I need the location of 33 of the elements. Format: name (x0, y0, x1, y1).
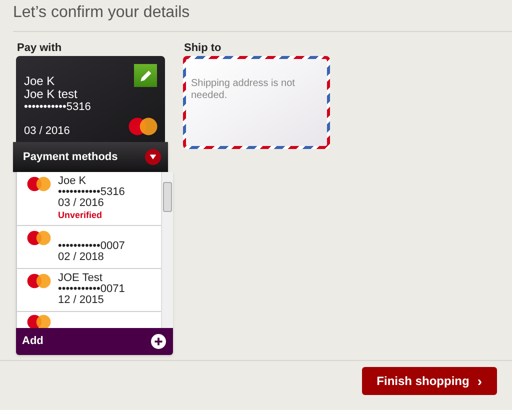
edit-button[interactable] (134, 64, 157, 87)
payment-methods-toggle[interactable]: Payment methods (13, 142, 168, 172)
finish-shopping-button[interactable]: Finish shopping › (362, 367, 497, 395)
method-expiry: 03 / 2016 (58, 198, 105, 209)
scrollbar[interactable] (161, 172, 173, 328)
card-number: •••••••••••5316 (24, 101, 91, 113)
status-label: Unverified (58, 210, 104, 221)
caret-icon (145, 149, 161, 165)
payment-method-item[interactable]: JOE Test •••••••••••0071 12 / 2015 (17, 269, 161, 312)
section-label: Pay with (16, 41, 63, 56)
payment-method-item[interactable]: •••••••••••0007 02 / 2018 (17, 226, 161, 269)
card-expiry: 03 / 2016 (24, 125, 70, 137)
page-heading: Let’s confirm your details (13, 4, 191, 22)
method-number: •••••••••••0007 (58, 241, 125, 252)
card-logo-icon (26, 176, 52, 192)
method-name: Joe K (58, 176, 88, 187)
method-name: JOE Test (58, 273, 104, 284)
method-expiry: 02 / 2018 (58, 252, 105, 263)
chevron-icon: › (477, 370, 482, 392)
add-button[interactable]: Add (16, 328, 173, 355)
method-number: •••••••••••0071 (58, 284, 125, 295)
card-logo-icon (26, 314, 52, 328)
section-label: Ship to (183, 41, 222, 56)
method-number: •••••••••••5316 (58, 187, 125, 198)
shipping-message: Shipping address is not needed. (191, 78, 296, 102)
method-expiry: 12 / 2015 (58, 295, 105, 306)
plus-icon (151, 334, 166, 349)
card-logo-icon (26, 273, 52, 289)
card-name: Joe K (24, 75, 55, 88)
card-logo-icon (127, 117, 159, 136)
card-holder: Joe K test (24, 88, 78, 101)
pencil-icon (138, 68, 152, 82)
card-logo-icon (26, 230, 52, 246)
